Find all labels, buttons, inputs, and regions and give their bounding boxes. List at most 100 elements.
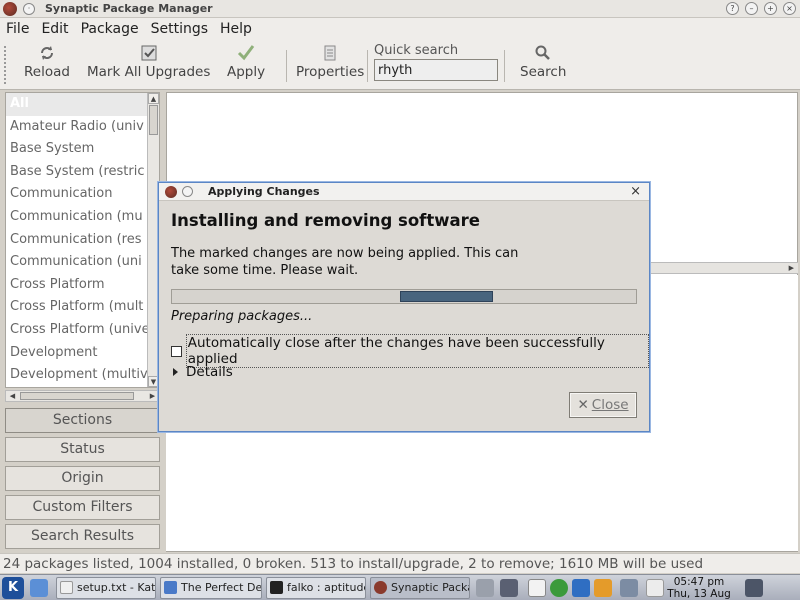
show-desktop-icon[interactable] xyxy=(745,579,763,597)
toolbar-separator xyxy=(286,50,287,82)
search-label: Search xyxy=(520,64,567,80)
progress-bar xyxy=(171,289,637,304)
section-item[interactable]: Development (multiv xyxy=(6,364,149,387)
gear-icon[interactable] xyxy=(550,579,568,597)
taskbar-clock[interactable]: 05:47 pm Thu, 13 Aug xyxy=(664,576,734,600)
monitor-icon[interactable] xyxy=(500,579,518,597)
scroll-left-arrow-icon[interactable]: ◀ xyxy=(7,391,18,401)
properties-label: Properties xyxy=(296,64,365,80)
kate-icon xyxy=(60,581,73,594)
reload-label: Reload xyxy=(24,64,70,80)
progress-bar-fill xyxy=(400,291,493,302)
scroll-right-arrow-icon[interactable]: ▶ xyxy=(789,263,794,273)
apply-button[interactable]: Apply xyxy=(227,44,265,80)
menu-settings[interactable]: Settings xyxy=(151,21,208,37)
pin-icon[interactable] xyxy=(182,186,193,197)
section-item[interactable]: Amateur Radio (univ xyxy=(6,116,149,139)
task-label: Synaptic Packag xyxy=(391,581,469,594)
sections-horizontal-scrollbar[interactable]: ◀ ▶ xyxy=(5,390,160,402)
section-item[interactable]: Development xyxy=(6,342,149,365)
expander-arrow-icon xyxy=(173,368,178,376)
mark-all-upgrades-button[interactable]: Mark All Upgrades xyxy=(87,44,210,80)
synaptic-app-icon[interactable] xyxy=(3,1,17,16)
display-icon[interactable] xyxy=(572,579,590,597)
menu-edit[interactable]: Edit xyxy=(41,21,68,37)
clock-time: 05:47 pm xyxy=(673,576,725,588)
section-item-all[interactable]: All xyxy=(6,93,149,116)
close-icon: ✕ xyxy=(577,397,589,413)
task-label: setup.txt - Kate xyxy=(77,581,156,594)
auto-close-checkbox[interactable]: Automatically close after the changes ha… xyxy=(171,334,649,368)
close-button[interactable]: ✕ Close xyxy=(569,392,637,418)
kde-menu-icon[interactable]: K xyxy=(2,577,24,599)
task-label: falko : aptitude xyxy=(287,581,366,594)
scroll-right-arrow-icon[interactable]: ▶ xyxy=(147,391,158,401)
menu-package[interactable]: Package xyxy=(81,21,139,37)
browser-icon xyxy=(164,581,177,594)
task-kate[interactable]: setup.txt - Kate xyxy=(56,577,156,599)
status-filter-button[interactable]: Status xyxy=(5,437,160,462)
section-item[interactable]: Cross Platform xyxy=(6,274,149,297)
task-browser[interactable]: The Perfect Des xyxy=(160,577,262,599)
clipboard-icon[interactable] xyxy=(528,579,546,597)
sections-list[interactable]: All Amateur Radio (univ Base System Base… xyxy=(5,92,160,388)
minimize-icon[interactable]: – xyxy=(745,2,758,15)
properties-icon xyxy=(324,45,336,61)
progress-status: Preparing packages... xyxy=(171,309,313,324)
help-icon[interactable]: ? xyxy=(726,2,739,15)
desktop-pager-icon[interactable] xyxy=(476,579,494,597)
synaptic-icon xyxy=(374,581,387,594)
section-item[interactable]: Communication (res xyxy=(6,229,149,252)
task-synaptic[interactable]: Synaptic Packag xyxy=(370,577,470,599)
mark-upgrades-icon xyxy=(141,45,157,61)
sections-filter-button[interactable]: Sections xyxy=(5,408,160,433)
section-item[interactable]: Cross Platform (mult xyxy=(6,296,149,319)
apply-label: Apply xyxy=(227,64,266,80)
search-results-button[interactable]: Search Results xyxy=(5,524,160,549)
menu-help[interactable]: Help xyxy=(220,21,252,37)
network-icon[interactable] xyxy=(620,579,638,597)
menu-file[interactable]: File xyxy=(6,21,29,37)
search-button[interactable]: Search xyxy=(520,44,566,80)
quick-search-input[interactable] xyxy=(374,59,498,81)
close-icon[interactable]: × xyxy=(783,2,796,15)
pin-icon[interactable]: · xyxy=(23,2,35,15)
section-item[interactable]: Cross Platform (unive xyxy=(6,319,149,342)
file-manager-icon[interactable] xyxy=(30,579,48,597)
clock-date: Thu, 13 Aug xyxy=(667,588,731,600)
details-expander[interactable]: Details xyxy=(173,364,233,380)
applying-changes-dialog: Applying Changes × Installing and removi… xyxy=(158,182,650,432)
origin-filter-button[interactable]: Origin xyxy=(5,466,160,491)
section-item[interactable]: Base System (restric xyxy=(6,161,149,184)
custom-filters-button[interactable]: Custom Filters xyxy=(5,495,160,520)
quick-search-label: Quick search xyxy=(374,43,459,58)
section-item[interactable]: Communication (mu xyxy=(6,206,149,229)
toolbar-grip[interactable] xyxy=(4,46,10,84)
toolbar-separator xyxy=(504,50,505,82)
updates-icon[interactable] xyxy=(594,579,612,597)
task-terminal[interactable]: falko : aptitude xyxy=(266,577,366,599)
dialog-message: The marked changes are now being applied… xyxy=(171,246,519,278)
dialog-titlebar: Applying Changes × xyxy=(159,183,649,201)
reload-icon xyxy=(40,46,53,60)
auto-close-label[interactable]: Automatically close after the changes ha… xyxy=(185,334,649,368)
toolbar-separator xyxy=(367,50,368,82)
section-item[interactable]: Base System xyxy=(6,138,149,161)
close-icon[interactable]: × xyxy=(630,184,641,199)
terminal-icon xyxy=(270,581,283,594)
maximize-icon[interactable]: + xyxy=(764,2,777,15)
synaptic-app-icon[interactable] xyxy=(165,185,177,198)
scroll-up-arrow-icon[interactable]: ▲ xyxy=(148,93,159,104)
section-item[interactable]: Communication (uni xyxy=(6,251,149,274)
scrollbar-thumb[interactable] xyxy=(20,392,134,400)
dialog-heading: Installing and removing software xyxy=(171,211,480,230)
menu-bar: File Edit Package Settings Help xyxy=(0,18,800,40)
taskbar: K setup.txt - Kate The Perfect Des falko… xyxy=(0,574,800,600)
section-item[interactable]: Communication xyxy=(6,183,149,206)
reload-button[interactable]: Reload xyxy=(24,44,70,80)
scrollbar-thumb[interactable] xyxy=(149,105,158,135)
properties-button[interactable]: Properties xyxy=(296,44,364,80)
window-title: Synaptic Package Manager xyxy=(45,2,213,15)
checkbox-box[interactable] xyxy=(171,345,182,357)
power-plug-icon[interactable] xyxy=(646,579,664,597)
